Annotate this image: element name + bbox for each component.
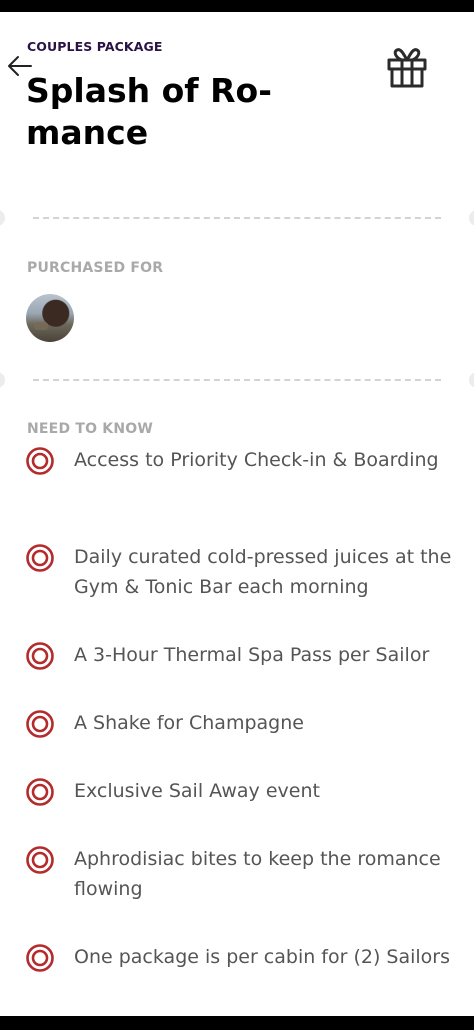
status-bar xyxy=(0,0,474,12)
gift-icon xyxy=(387,48,427,88)
list-item-text: Aphrodisiac bites to keep the romance fl… xyxy=(74,848,441,900)
need-to-know-label: NEED TO KNOW xyxy=(27,421,153,437)
purchased-for-label: PURCHASED FOR xyxy=(27,260,164,276)
target-ring-icon xyxy=(26,778,54,806)
ticket-notch xyxy=(469,210,474,226)
target-ring-icon xyxy=(26,642,54,670)
section-divider xyxy=(33,379,441,381)
package-category: COUPLES PACKAGE xyxy=(27,39,163,54)
navigation-bar xyxy=(0,1016,474,1030)
target-ring-icon xyxy=(26,447,54,475)
ticket-notch xyxy=(469,372,474,388)
list-item-text: A Shake for Champagne xyxy=(74,712,304,734)
list-item-text: Access to Priority Check-in & Boarding xyxy=(74,449,439,471)
list-item-text: A 3-Hour Thermal Spa Pass per Sailor xyxy=(74,644,430,666)
ticket-notch xyxy=(0,210,5,226)
page-title-text: Splash of Ro- mance xyxy=(26,71,272,152)
list-item-text: Exclusive Sail Away event xyxy=(74,780,320,802)
ticket-notch xyxy=(0,372,5,388)
list-item-text: One package is per cabin for (2) Sailors xyxy=(74,946,451,968)
gift-button[interactable] xyxy=(384,46,430,88)
user-avatar[interactable] xyxy=(26,294,74,342)
target-ring-icon xyxy=(26,710,54,738)
target-ring-icon xyxy=(26,944,54,972)
target-ring-icon xyxy=(26,846,54,874)
list-item-text: Daily curated cold-pressed juices at the… xyxy=(74,546,452,598)
page-title: Splash of Ro- mance xyxy=(26,70,296,154)
target-ring-icon xyxy=(26,544,54,572)
section-divider xyxy=(33,217,441,219)
